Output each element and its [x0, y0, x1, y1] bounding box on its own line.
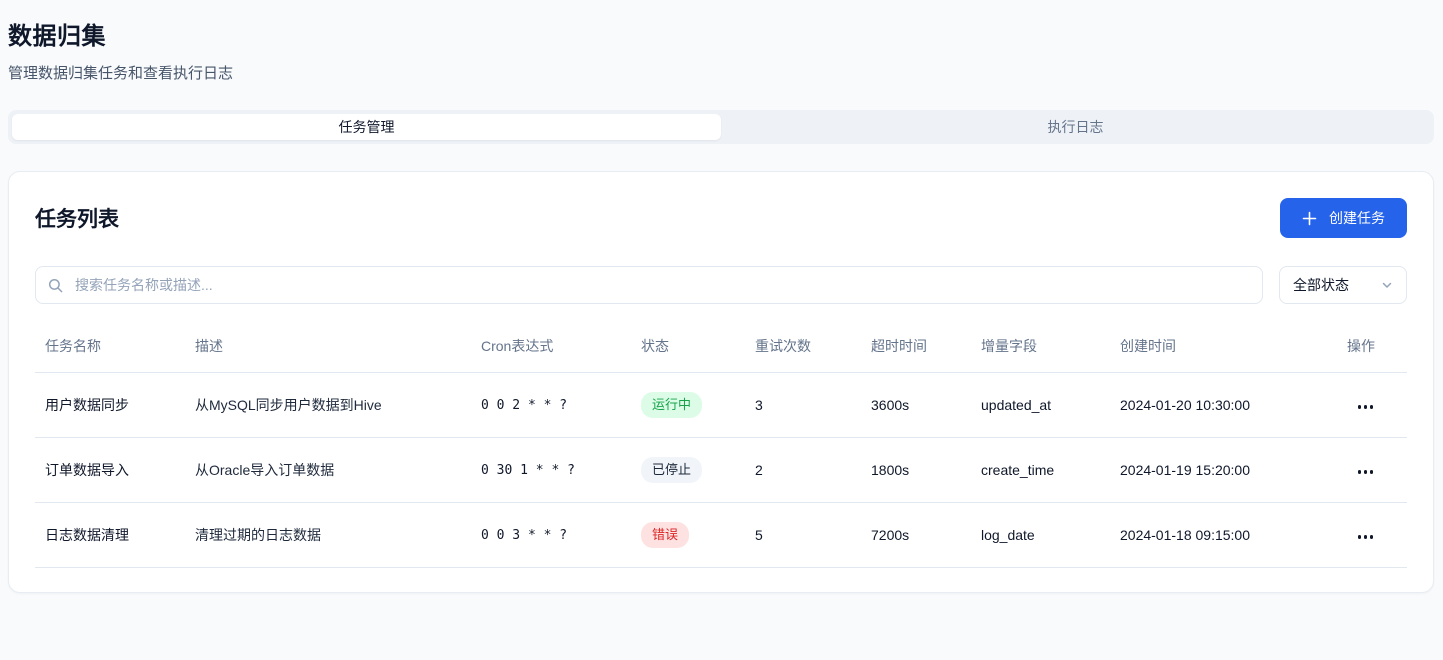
task-name: 日志数据清理 — [35, 503, 185, 568]
tab-execution-logs[interactable]: 执行日志 — [721, 114, 1430, 140]
task-incremental-field: updated_at — [971, 373, 1110, 438]
more-actions-button[interactable] — [1356, 464, 1376, 480]
page-title: 数据归集 — [8, 16, 1434, 51]
status-badge: 已停止 — [641, 457, 702, 483]
table-row: 用户数据同步 从MySQL同步用户数据到Hive 0 0 2 * * ? 运行中… — [35, 373, 1407, 438]
task-name: 订单数据导入 — [35, 438, 185, 503]
search-box[interactable] — [35, 266, 1263, 304]
chevron-down-icon — [1381, 279, 1393, 291]
task-timeout: 1800s — [861, 438, 971, 503]
create-task-label: 创建任务 — [1329, 208, 1385, 228]
table-row: 订单数据导入 从Oracle导入订单数据 0 30 1 * * ? 已停止 2 … — [35, 438, 1407, 503]
header-timeout: 超时时间 — [861, 332, 971, 373]
task-incremental-field: create_time — [971, 438, 1110, 503]
status-filter-select[interactable]: 全部状态 — [1279, 266, 1407, 304]
task-cron: 0 0 2 * * ? — [471, 373, 631, 438]
status-badge: 错误 — [641, 522, 689, 548]
table-header-row: 任务名称 描述 Cron表达式 状态 重试次数 超时时间 增量字段 创建时间 操… — [35, 332, 1407, 373]
search-icon — [48, 278, 63, 293]
header-cron: Cron表达式 — [471, 332, 631, 373]
more-actions-button[interactable] — [1356, 399, 1376, 415]
task-retry-count: 5 — [745, 503, 861, 568]
task-cron: 0 30 1 * * ? — [471, 438, 631, 503]
page: 数据归集 管理数据归集任务和查看执行日志 任务管理 执行日志 任务列表 创建任务 — [0, 0, 1443, 617]
header-description: 描述 — [185, 332, 471, 373]
task-description: 清理过期的日志数据 — [185, 503, 471, 568]
task-timeout: 7200s — [861, 503, 971, 568]
header-created-at: 创建时间 — [1110, 332, 1334, 373]
task-name: 用户数据同步 — [35, 373, 185, 438]
header-retry-count: 重试次数 — [745, 332, 861, 373]
task-description: 从MySQL同步用户数据到Hive — [185, 373, 471, 438]
table-row: 日志数据清理 清理过期的日志数据 0 0 3 * * ? 错误 5 7200s … — [35, 503, 1407, 568]
create-task-button[interactable]: 创建任务 — [1280, 198, 1407, 238]
task-list-card: 任务列表 创建任务 全部状态 — [8, 171, 1434, 593]
card-header: 任务列表 创建任务 — [35, 198, 1407, 238]
header-incremental-field: 增量字段 — [971, 332, 1110, 373]
plus-icon — [1302, 211, 1317, 226]
task-cron: 0 0 3 * * ? — [471, 503, 631, 568]
card-title: 任务列表 — [35, 203, 119, 233]
tab-task-management[interactable]: 任务管理 — [12, 114, 721, 140]
filters-row: 全部状态 — [35, 266, 1407, 304]
task-created-at: 2024-01-20 10:30:00 — [1110, 373, 1334, 438]
page-subtitle: 管理数据归集任务和查看执行日志 — [8, 62, 1434, 83]
task-created-at: 2024-01-18 09:15:00 — [1110, 503, 1334, 568]
search-input[interactable] — [73, 276, 1250, 294]
more-actions-button[interactable] — [1356, 529, 1376, 545]
header-actions: 操作 — [1334, 332, 1407, 373]
task-incremental-field: log_date — [971, 503, 1110, 568]
tab-bar: 任务管理 执行日志 — [8, 110, 1434, 144]
task-description: 从Oracle导入订单数据 — [185, 438, 471, 503]
header-task-name: 任务名称 — [35, 332, 185, 373]
task-timeout: 3600s — [861, 373, 971, 438]
task-retry-count: 2 — [745, 438, 861, 503]
task-retry-count: 3 — [745, 373, 861, 438]
task-created-at: 2024-01-19 15:20:00 — [1110, 438, 1334, 503]
header-status: 状态 — [631, 332, 745, 373]
status-filter-value: 全部状态 — [1293, 275, 1349, 295]
status-badge: 运行中 — [641, 392, 702, 418]
task-table: 任务名称 描述 Cron表达式 状态 重试次数 超时时间 增量字段 创建时间 操… — [35, 332, 1407, 568]
